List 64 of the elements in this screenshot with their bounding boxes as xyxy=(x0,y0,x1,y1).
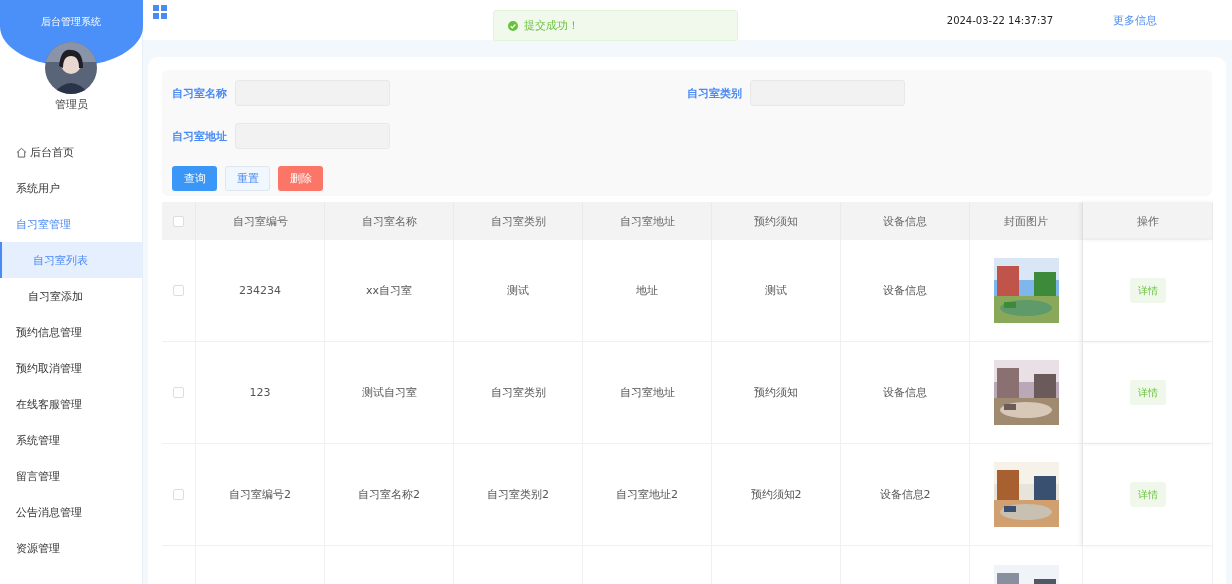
menu-label: 后台首页 xyxy=(30,144,74,160)
submenu-item[interactable]: 自习室添加 xyxy=(0,278,142,314)
table-cell: 自习室类别 xyxy=(490,385,546,400)
date-time: 2024-03-22 14:37:37 xyxy=(946,14,1053,26)
table-cell: 预约须知2 xyxy=(750,487,802,502)
column-header: 自习室名称 xyxy=(325,202,454,240)
check-circle-icon xyxy=(508,20,518,31)
table-cell: 自习室地址2 xyxy=(616,487,678,502)
menu-label: 留言管理 xyxy=(16,468,60,484)
table-cell: 设备信息 xyxy=(883,385,927,400)
table-cell: xx自习室 xyxy=(366,283,412,298)
checkbox[interactable] xyxy=(173,489,184,500)
menu-label: 资源管理 xyxy=(16,540,60,556)
menu-label: 自习室添加 xyxy=(28,288,83,304)
table-cell: 设备信息 xyxy=(883,283,927,298)
menu-label: 自习室列表 xyxy=(33,252,88,268)
menu-item[interactable]: 资源管理 xyxy=(0,530,142,566)
menu-item[interactable]: 自习室管理 xyxy=(0,206,142,242)
menu-item[interactable]: 预约取消管理 xyxy=(0,350,142,386)
table-cell: 地址 xyxy=(636,283,658,298)
menu-item[interactable]: 预约信息管理 xyxy=(0,314,142,350)
menu-item[interactable]: 系统管理 xyxy=(0,422,142,458)
column-header: 自习室编号 xyxy=(196,202,325,240)
menu-item[interactable]: 在线客服管理 xyxy=(0,386,142,422)
checkbox[interactable] xyxy=(173,387,184,398)
table-cell: 自习室地址 xyxy=(619,385,675,400)
column-header: 封面图片 xyxy=(970,202,1083,240)
menu-item[interactable]: 后台首页 xyxy=(0,134,142,170)
table-cell: 123 xyxy=(249,386,271,399)
menu-item[interactable]: 公告消息管理 xyxy=(0,494,142,530)
table-cell: 预约须知 xyxy=(754,385,798,400)
table-cell: 测试 xyxy=(765,283,787,298)
field-label: 自习室地址 xyxy=(172,128,227,144)
toast-message: 提交成功！ xyxy=(524,18,579,33)
menu-label: 公告消息管理 xyxy=(16,504,82,520)
menu-item[interactable]: 系统用户 xyxy=(0,170,142,206)
menu-label: 在线客服管理 xyxy=(16,396,82,412)
user-name: 管理员 xyxy=(54,97,88,112)
field-label: 自习室名称 xyxy=(172,85,227,101)
column-header: 自习室类别 xyxy=(454,202,583,240)
menu-icon[interactable] xyxy=(153,5,167,19)
checkbox[interactable] xyxy=(173,215,184,227)
menu-label: 预约信息管理 xyxy=(16,324,82,340)
table-cell: 自习室编号2 xyxy=(229,487,291,502)
column-header: 预约须知 xyxy=(712,202,841,240)
checkbox[interactable] xyxy=(173,285,184,296)
column-header: 操作 xyxy=(1083,202,1213,240)
table-cell: 测试自习室 xyxy=(361,385,417,400)
table-cell: 234234 xyxy=(239,284,281,297)
table-cell: 自习室名称2 xyxy=(358,487,420,502)
app-title: 后台管理系统 xyxy=(41,15,101,29)
table-cell: 设备信息2 xyxy=(879,487,931,502)
menu-item[interactable]: 留言管理 xyxy=(0,458,142,494)
menu-label: 系统用户 xyxy=(16,180,60,196)
more-info-link[interactable]: 更多信息 xyxy=(1113,12,1157,28)
field-label: 自习室类别 xyxy=(687,85,742,101)
column-header: 设备信息 xyxy=(841,202,970,240)
home-icon xyxy=(16,146,27,158)
column-header: 自习室地址 xyxy=(583,202,712,240)
table-cell: 测试 xyxy=(507,283,529,298)
menu-label: 系统管理 xyxy=(16,432,60,448)
menu-label: 自习室管理 xyxy=(16,216,71,232)
menu-label: 预约取消管理 xyxy=(16,360,82,376)
table-cell: 自习室类别2 xyxy=(487,487,549,502)
